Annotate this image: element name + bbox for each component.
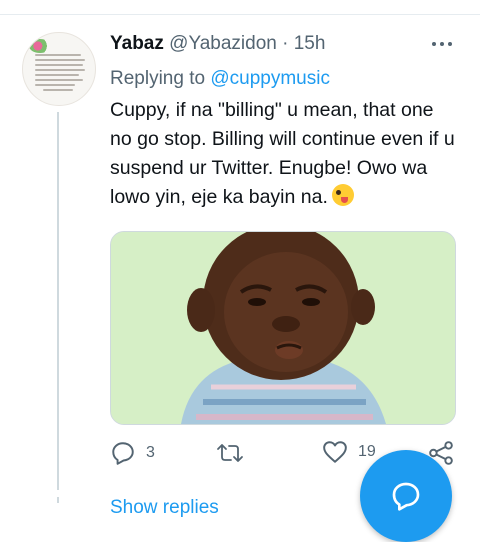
retweet-icon [217, 444, 243, 462]
tweet-media-image[interactable] [110, 231, 456, 425]
user-handle[interactable]: @Yabazidon [169, 33, 277, 54]
child-meme-illustration [111, 232, 455, 424]
like-action[interactable]: 19 [322, 440, 376, 464]
reply-icon [112, 442, 134, 465]
reply-bubble-icon [392, 482, 420, 511]
show-replies-link[interactable]: Show replies [110, 497, 219, 519]
like-count: 19 [358, 443, 376, 460]
retweet-action[interactable] [216, 440, 254, 466]
tweet-text: Cuppy, if na "billing" u mean, that one … [110, 99, 455, 208]
zany-face-emoji-icon [331, 184, 354, 206]
display-name[interactable]: Yabaz [110, 33, 164, 54]
reply-action[interactable]: 3 [110, 440, 155, 466]
heart-icon [323, 441, 347, 463]
tweet-text-block: Cuppy, if na "billing" u mean, that one … [110, 96, 460, 212]
tweet-time[interactable]: 15h [294, 33, 326, 54]
more-options-icon[interactable] [432, 42, 452, 46]
tweet-header: Yabaz @Yabazidon · 15h [110, 33, 325, 55]
replying-mention-link[interactable]: @cuppymusic [210, 68, 330, 89]
reply-count: 3 [146, 444, 155, 461]
thread-line [57, 112, 59, 490]
replying-prefix: Replying to [110, 68, 206, 89]
replying-to-line: Replying to @cuppymusic [110, 68, 330, 90]
separator-dot: · [282, 33, 289, 54]
compose-reply-button[interactable] [360, 450, 452, 542]
thread-line-dot [57, 497, 59, 503]
avatar[interactable] [22, 32, 96, 106]
avatar-text-graphic [35, 51, 85, 94]
top-divider [0, 14, 480, 15]
